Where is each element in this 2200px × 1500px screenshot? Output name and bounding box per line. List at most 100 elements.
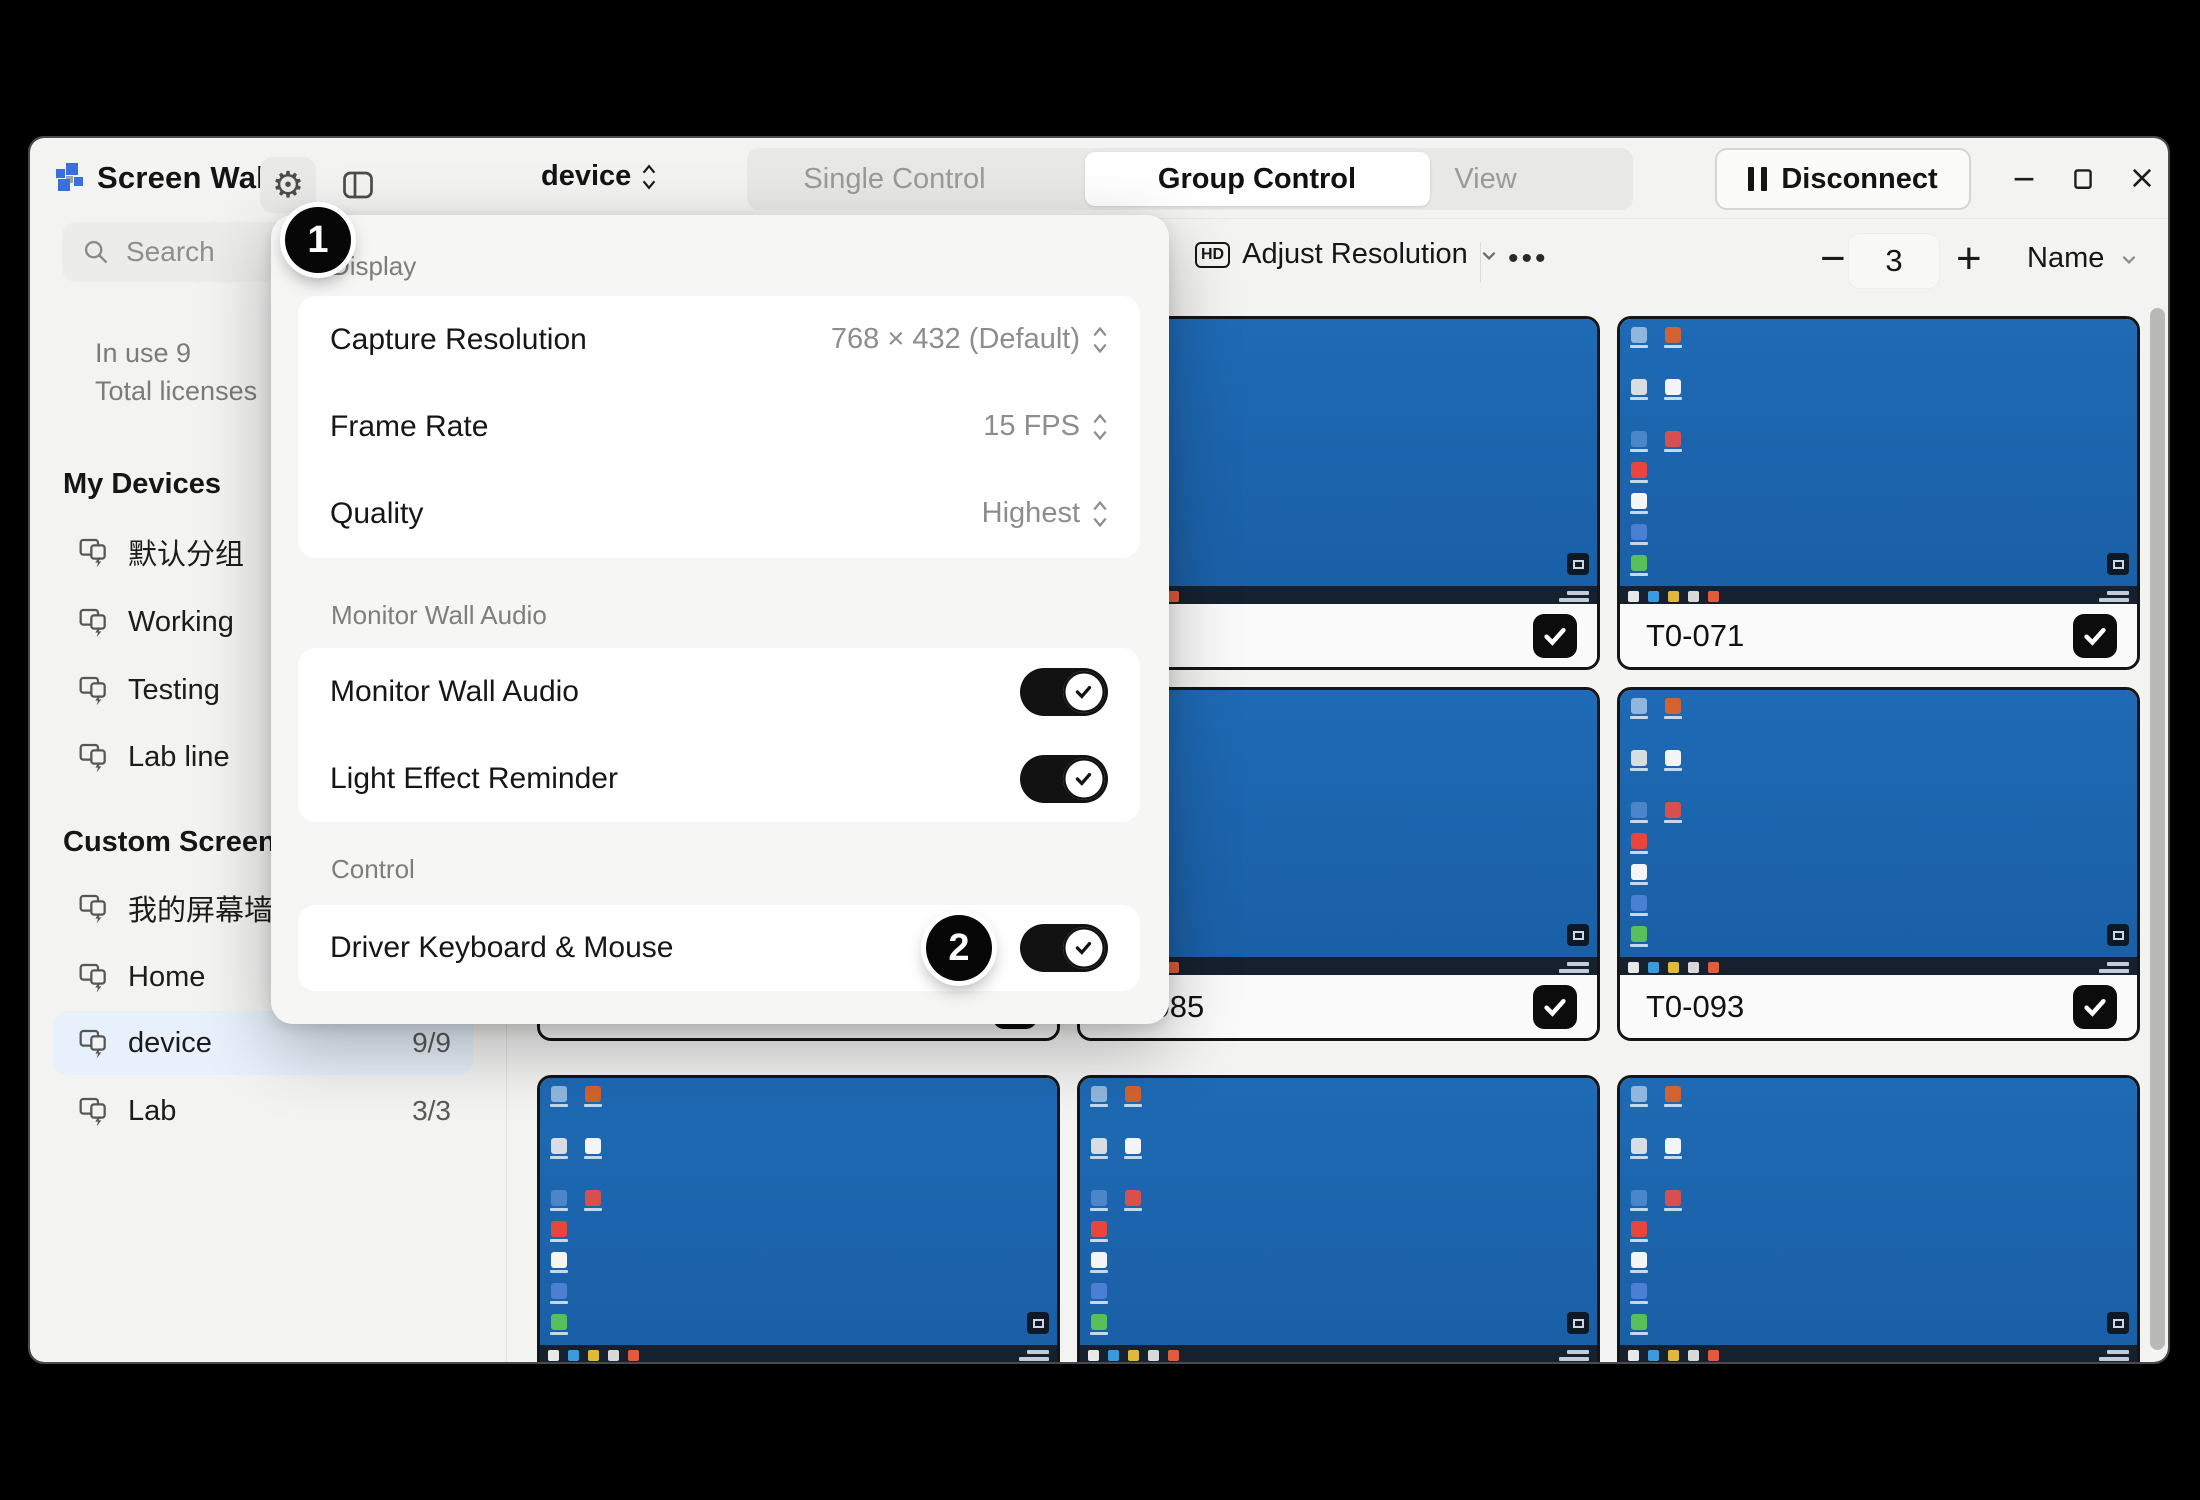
tray-clock: [1559, 591, 1589, 602]
app-window: Screen Wall ⚙ 1 device Single Control Gr…: [30, 138, 2168, 1362]
check-icon: [1073, 681, 1095, 703]
disconnect-button[interactable]: Disconnect: [1715, 148, 1971, 210]
desktop-icon: [1631, 833, 1647, 849]
device-count: 9/9: [412, 1027, 451, 1059]
more-options-button[interactable]: •••: [1508, 242, 1549, 276]
sidebar-item-label: Lab: [128, 1095, 176, 1128]
tile-checkbox[interactable]: [2073, 985, 2117, 1029]
desktop-icon: [1631, 1252, 1647, 1268]
screen-size-icon: [1567, 553, 1589, 575]
desktop-icon: [551, 1138, 567, 1154]
pause-icon: [1748, 167, 1767, 191]
tile-label: T0-093: [1646, 989, 1744, 1025]
tile-checkbox[interactable]: [1533, 614, 1577, 658]
screen-tile[interactable]: [1077, 1075, 1600, 1362]
remote-taskbar: [1620, 1345, 2137, 1362]
screen-tile[interactable]: T0-071: [1617, 316, 2140, 670]
minimize-button[interactable]: [2000, 156, 2048, 200]
desktop-icon: [1631, 926, 1647, 942]
remote-desktop-preview: [1620, 690, 2137, 978]
desktop-icon: [1631, 1221, 1647, 1237]
device-group-icon: [78, 674, 110, 706]
audio-card: Monitor Wall Audio Light Effect Reminder: [298, 648, 1140, 822]
device-group-icon: [78, 1095, 110, 1127]
driver-keyboard-mouse-toggle[interactable]: [1020, 924, 1108, 972]
device-group-selector[interactable]: device: [541, 160, 657, 193]
light-effect-reminder-toggle[interactable]: [1020, 755, 1108, 803]
desktop-icon: [1665, 1086, 1681, 1102]
driver-keyboard-mouse-label: Driver Keyboard & Mouse: [330, 931, 673, 965]
frame-rate-label: Frame Rate: [330, 410, 488, 444]
tray-clock: [1019, 1350, 1049, 1361]
sort-dropdown[interactable]: Name: [2027, 242, 2138, 275]
tile-checkbox[interactable]: [2073, 614, 2117, 658]
desktop-icon: [1631, 698, 1647, 714]
sidebar-item-label: device: [128, 1027, 212, 1060]
desktop-icon: [1631, 555, 1647, 571]
device-group-icon: [78, 741, 110, 773]
quality-label: Quality: [330, 497, 423, 531]
tile-label: T0-071: [1646, 618, 1744, 654]
maximize-button[interactable]: [2059, 156, 2107, 200]
desktop-icon: [1631, 1138, 1647, 1154]
sidebar-item-label: Testing: [128, 674, 220, 707]
adjust-resolution-dropdown[interactable]: HD Adjust Resolution: [1195, 238, 1498, 271]
frame-rate-value: 15 FPS: [983, 410, 1080, 443]
screen-size-icon: [2107, 553, 2129, 575]
settings-gear-button[interactable]: ⚙: [260, 157, 316, 213]
desktop-icon: [1631, 1283, 1647, 1299]
decrease-columns-button[interactable]: −: [1820, 234, 1846, 284]
display-card: Capture Resolution 768 × 432 (Default) F…: [298, 296, 1140, 558]
search-icon: [82, 238, 110, 266]
device-group-icon: [78, 1027, 110, 1059]
tab-single-control[interactable]: Single Control: [747, 148, 1042, 210]
updown-chevron-icon: [1092, 413, 1108, 441]
desktop-icon: [1631, 1314, 1647, 1330]
adjust-resolution-label: Adjust Resolution: [1242, 238, 1468, 271]
monitor-wall-audio-label: Monitor Wall Audio: [330, 675, 579, 709]
app-title: Screen Wall: [97, 160, 274, 196]
check-icon: [1542, 623, 1568, 649]
tab-group-control[interactable]: Group Control: [1067, 148, 1447, 210]
quality-row[interactable]: Quality Highest: [298, 470, 1140, 557]
frame-rate-row[interactable]: Frame Rate 15 FPS: [298, 383, 1140, 470]
monitor-wall-audio-toggle[interactable]: [1020, 668, 1108, 716]
screen-size-icon: [1567, 1312, 1589, 1334]
desktop-icon: [585, 1138, 601, 1154]
remote-desktop-preview: [1620, 1078, 2137, 1362]
screen-tile[interactable]: [1617, 1075, 2140, 1362]
disconnect-label: Disconnect: [1781, 163, 1937, 196]
desktop-icon: [1631, 750, 1647, 766]
desktop-icon: [551, 1314, 567, 1330]
section-my-devices: My Devices: [63, 468, 221, 501]
vertical-scrollbar[interactable]: [2150, 308, 2165, 1350]
screen-size-icon: [1567, 924, 1589, 946]
remote-desktop-preview: [1080, 1078, 1597, 1362]
desktop-icon: [1631, 1190, 1647, 1206]
tile-checkbox[interactable]: [1533, 985, 1577, 1029]
check-icon: [1073, 768, 1095, 790]
desktop-icon: [551, 1221, 567, 1237]
sort-label: Name: [2027, 242, 2104, 275]
screen-size-icon: [2107, 1312, 2129, 1334]
device-count: 3/3: [412, 1095, 451, 1127]
desktop-icon: [1091, 1138, 1107, 1154]
audio-section-title: Monitor Wall Audio: [331, 600, 547, 631]
screen-tile[interactable]: [537, 1075, 1060, 1362]
device-selector-label: device: [541, 160, 631, 193]
remote-taskbar: [1080, 1345, 1597, 1362]
desktop-icon: [1631, 524, 1647, 540]
sidebar-item-lab[interactable]: Lab 3/3: [53, 1079, 473, 1143]
close-button[interactable]: [2118, 156, 2166, 200]
tray-clock: [2099, 962, 2129, 973]
increase-columns-button[interactable]: +: [1956, 234, 1982, 284]
tray-clock: [1559, 962, 1589, 973]
control-section-title: Control: [331, 854, 415, 885]
device-group-icon: [78, 961, 110, 993]
desktop-icon: [1091, 1252, 1107, 1268]
toggle-sidebar-button[interactable]: [330, 157, 386, 213]
sidebar-item-label: Working: [128, 606, 234, 639]
capture-resolution-row[interactable]: Capture Resolution 768 × 432 (Default): [298, 296, 1140, 383]
screen-tile[interactable]: T0-093: [1617, 687, 2140, 1041]
control-card: Driver Keyboard & Mouse 2: [298, 905, 1140, 991]
